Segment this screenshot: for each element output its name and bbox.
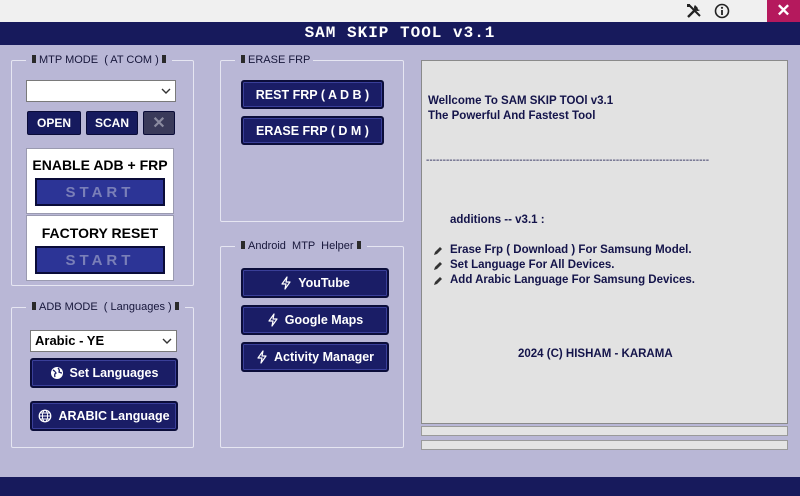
lightning-icon	[257, 350, 267, 364]
stop-button[interactable]: ✕	[143, 111, 175, 135]
language-select-value: Arabic - YE	[35, 333, 105, 348]
mtp-helper-label-text: Android MTP Helper	[248, 240, 354, 252]
log-panel: Wellcome To SAM SKIP TOOl v3.1 The Power…	[421, 60, 788, 424]
log-separator: ----------------------------------------…	[426, 155, 710, 166]
log-additions-title: additions -- v3.1 :	[450, 214, 545, 226]
log-copyright: 2024 (C) HISHAM - KARAMA	[518, 348, 673, 360]
arabic-language-label: ARABIC Language	[58, 409, 170, 423]
set-languages-button[interactable]: Set Languages	[30, 358, 178, 388]
chevron-down-icon	[161, 88, 171, 94]
open-button[interactable]: OPEN	[27, 111, 81, 135]
google-maps-button[interactable]: Google Maps	[241, 305, 389, 335]
erase-frp-dm-label: ERASE FRP ( D M )	[256, 123, 369, 138]
factory-reset-title: FACTORY RESET	[41, 225, 159, 241]
log-addition-item: Erase Frp ( Download ) For Samsung Model…	[450, 244, 692, 256]
activity-manager-button[interactable]: Activity Manager	[241, 342, 389, 372]
top-strip: ✕	[0, 0, 800, 22]
youtube-button[interactable]: YouTube	[241, 268, 389, 298]
erase-frp-dm-button[interactable]: ERASE FRP ( D M )	[241, 116, 384, 145]
pen-icon	[432, 275, 444, 290]
erase-frp-label-text: ERASE FRP	[248, 54, 311, 66]
scan-button[interactable]: SCAN	[86, 111, 138, 135]
log-addition-item: Add Arabic Language For Samsung Devices.	[450, 274, 695, 286]
log-tagline: The Powerful And Fastest Tool	[428, 110, 596, 122]
enable-adb-start-button[interactable]: START	[35, 178, 165, 206]
factory-reset-card: FACTORY RESET START	[26, 215, 174, 281]
set-languages-label: Set Languages	[69, 366, 159, 380]
mtp-mode-label: MTP MODE ( AT COM )	[26, 54, 172, 67]
rest-frp-adb-button[interactable]: REST FRP ( A D B )	[241, 80, 384, 109]
port-select[interactable]	[26, 80, 176, 102]
language-select[interactable]: Arabic - YE	[30, 330, 177, 352]
info-icon[interactable]	[712, 2, 732, 20]
log-addition-item: Set Language For All Devices.	[450, 259, 615, 271]
globe-grid-icon	[39, 409, 52, 423]
erase-frp-label: ERASE FRP	[235, 54, 314, 67]
lightning-icon	[268, 313, 278, 327]
youtube-label: YouTube	[298, 276, 350, 290]
adb-mode-label: ADB MODE ( Languages )	[26, 301, 185, 314]
arabic-language-button[interactable]: ARABIC Language	[30, 401, 178, 431]
activity-manager-label: Activity Manager	[273, 350, 375, 364]
factory-reset-start-button[interactable]: START	[35, 246, 165, 274]
enable-adb-title: ENABLE ADB + FRP	[32, 157, 168, 173]
pen-icon	[432, 245, 444, 260]
enable-adb-card: ENABLE ADB + FRP START	[26, 148, 174, 214]
log-welcome: Wellcome To SAM SKIP TOOl v3.1	[428, 95, 614, 107]
globe-icon	[50, 367, 63, 379]
tools-icon[interactable]	[684, 2, 704, 20]
status-bar	[0, 477, 800, 496]
adb-mode-label-text: ADB MODE ( Languages )	[39, 301, 172, 313]
chevron-down-icon	[162, 338, 172, 344]
close-button[interactable]: ✕	[767, 0, 800, 22]
pen-icon	[432, 260, 444, 275]
google-maps-label: Google Maps	[284, 313, 364, 327]
lightning-icon	[281, 276, 291, 290]
window-title: SAM SKIP TOOL v3.1	[0, 22, 800, 45]
rest-frp-adb-label: REST FRP ( A D B )	[255, 87, 370, 102]
progress-bar-secondary	[421, 440, 788, 450]
mtp-helper-label: Android MTP Helper	[235, 240, 367, 253]
progress-bar-primary	[421, 426, 788, 436]
mtp-mode-label-text: MTP MODE ( AT COM )	[39, 54, 159, 66]
